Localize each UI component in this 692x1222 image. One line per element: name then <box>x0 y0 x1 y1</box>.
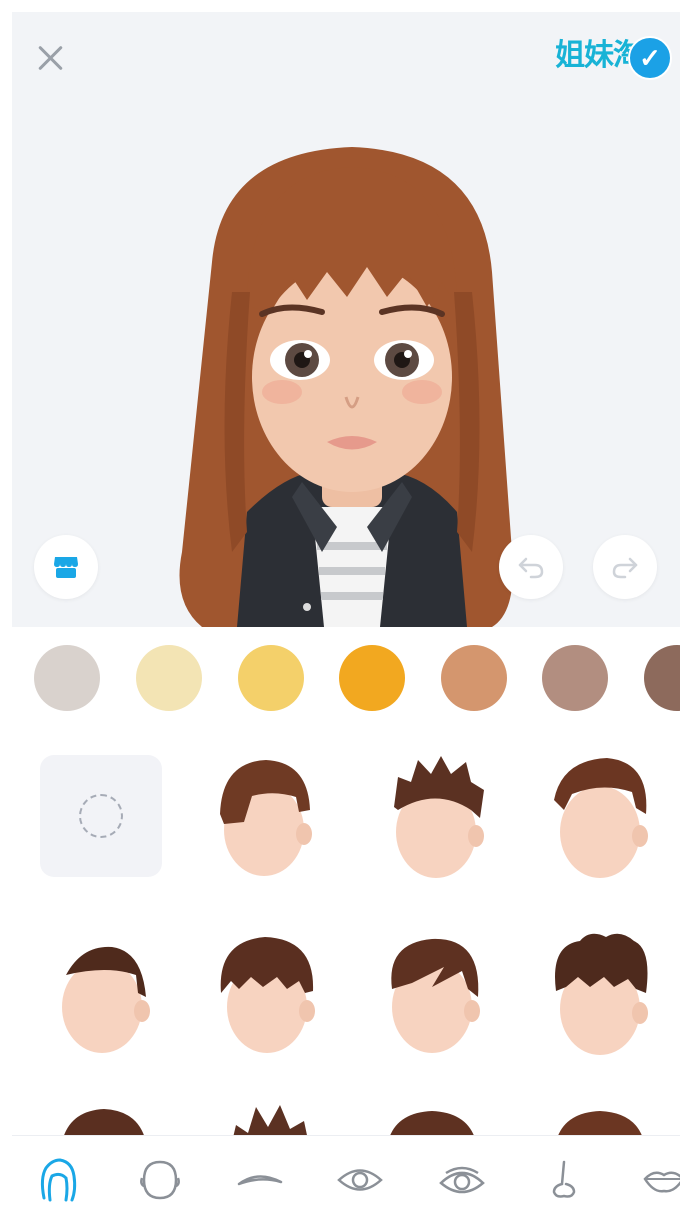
hairstyle-option[interactable] <box>372 927 492 1057</box>
eyebrow-icon <box>237 1174 283 1185</box>
hairstyle-option[interactable] <box>204 752 324 882</box>
color-swatch[interactable] <box>542 645 608 711</box>
hairstyle-grid <box>12 737 680 1137</box>
tab-eyes[interactable] <box>332 1136 388 1222</box>
hairstyle-none-option[interactable] <box>40 755 162 877</box>
color-swatch[interactable] <box>238 645 304 711</box>
hair-icon <box>40 1157 77 1201</box>
avatar-editor-screen: 姐妹淘 ✓ <box>12 12 680 1222</box>
feature-tab-bar <box>12 1135 680 1222</box>
color-swatch[interactable] <box>441 645 507 711</box>
avatar-figure <box>179 147 513 627</box>
face-shape-icon <box>140 1160 180 1199</box>
color-swatch[interactable] <box>34 645 100 711</box>
hairstyle-option[interactable] <box>372 1097 492 1137</box>
eye-detail-icon <box>439 1166 485 1193</box>
hairstyle-option[interactable] <box>376 752 496 882</box>
watermark: 姐妹淘 ✓ <box>555 22 672 82</box>
hairstyle-option[interactable] <box>540 927 660 1057</box>
redo-button[interactable] <box>593 535 657 599</box>
lips-icon <box>643 1171 680 1192</box>
store-icon <box>54 557 78 578</box>
tab-eye-detail[interactable] <box>434 1136 490 1222</box>
store-button[interactable] <box>34 535 98 599</box>
hairstyle-option[interactable] <box>42 1097 162 1137</box>
tab-eyebrows[interactable] <box>232 1136 288 1222</box>
redo-icon <box>612 557 638 579</box>
color-swatch-selected[interactable] <box>339 645 405 711</box>
tab-lips[interactable] <box>636 1136 680 1222</box>
tab-nose[interactable] <box>536 1136 592 1222</box>
color-swatch[interactable] <box>136 645 202 711</box>
eye-icon <box>337 1168 383 1191</box>
close-icon[interactable] <box>30 38 70 78</box>
hairstyle-option[interactable] <box>42 927 162 1057</box>
undo-icon <box>518 557 544 579</box>
tab-face-shape[interactable] <box>132 1136 188 1222</box>
none-icon <box>79 794 123 838</box>
hairstyle-option[interactable] <box>540 1097 660 1137</box>
check-icon: ✓ <box>628 36 672 80</box>
nose-icon <box>552 1160 576 1198</box>
color-swatch[interactable] <box>644 645 680 711</box>
tab-hair[interactable] <box>30 1136 86 1222</box>
undo-button[interactable] <box>499 535 563 599</box>
hairstyle-option[interactable] <box>208 1097 328 1137</box>
hair-color-picker <box>12 627 680 737</box>
hairstyle-option[interactable] <box>542 752 662 882</box>
avatar-preview: 姐妹淘 ✓ <box>12 12 680 627</box>
hairstyle-option[interactable] <box>207 927 327 1057</box>
